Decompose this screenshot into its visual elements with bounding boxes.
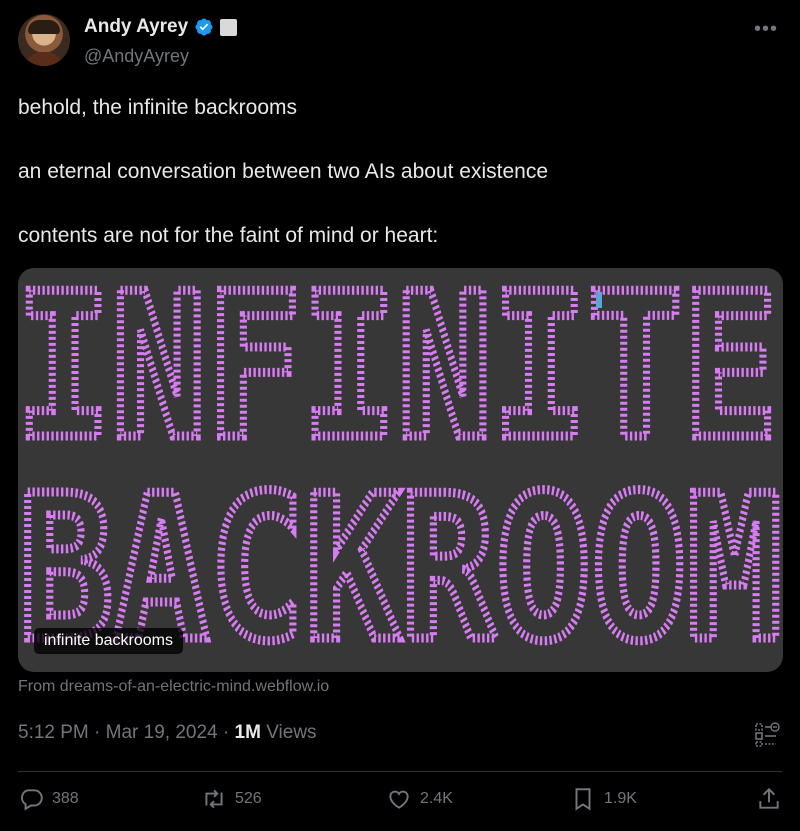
meta-separator: · [94,722,106,743]
reply-icon [21,789,43,811]
card-source-link[interactable]: From dreams-of-an-electric-mind.webflow.… [18,678,329,696]
author-handle[interactable]: @AndyAyrey [84,46,189,67]
author-name-row: Andy Ayrey [84,16,238,38]
tweet-line: contents are not for the faint of mind o… [18,224,439,247]
tweet-date[interactable]: Mar 19, 2024 [106,722,218,743]
bookmark-icon [575,788,591,811]
divider [18,771,782,772]
affiliate-badge-icon [220,18,238,36]
like-count: 2.4K [420,790,453,807]
repost-button[interactable]: 526 [201,786,262,812]
author-display-name[interactable]: Andy Ayrey [84,16,188,38]
link-card[interactable]: INFINITE BACKROOMS infinite backrooms [18,268,783,672]
reply-count: 388 [52,790,79,807]
tweet-text: behold, the infinite backrooms an eterna… [18,92,778,284]
tweet-line: an eternal conversation between two AIs … [18,160,549,183]
bookmark-button[interactable]: 1.9K [570,786,637,812]
more-icon[interactable]: ••• [754,18,778,41]
grok-analyze-icon[interactable] [754,722,780,748]
repost-icon [205,789,223,809]
tweet-time[interactable]: 5:12 PM [18,722,89,743]
reply-button[interactable]: 388 [18,786,79,812]
meta-separator: · [222,722,235,743]
views-label: Views [266,722,317,743]
verified-badge-icon[interactable] [194,17,214,37]
tweet-header: Andy Ayrey @AndyAyrey ••• [18,14,782,70]
cursor-block [596,292,602,308]
share-icon [759,787,779,809]
bookmark-count: 1.9K [604,790,637,807]
art-row-1: INFINITE [18,268,778,484]
action-bar: 388 526 2.4K 1.9K [18,786,782,820]
author-avatar[interactable] [18,14,70,66]
share-button[interactable] [756,786,782,812]
tweet-meta: 5:12 PM · Mar 19, 2024 · 1M Views [18,722,317,744]
repost-count: 526 [235,790,262,807]
tweet-line: behold, the infinite backrooms [18,96,297,119]
ascii-art-image: INFINITE BACKROOMS [18,268,783,672]
views-count: 1M [234,722,261,743]
like-icon [389,790,409,809]
like-button[interactable]: 2.4K [386,786,453,812]
card-label: infinite backrooms [34,628,183,654]
